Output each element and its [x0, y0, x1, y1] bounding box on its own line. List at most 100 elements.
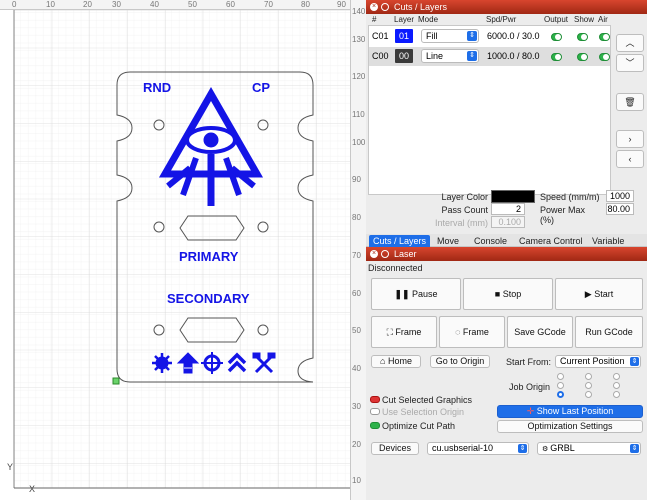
layer-color-chip[interactable]: 01 — [395, 29, 413, 43]
ruler-tick: 90 — [337, 0, 346, 9]
air-toggle[interactable] — [599, 33, 610, 41]
column-header: Spd/Pwr — [486, 15, 517, 24]
ruler-tick: 60 — [352, 289, 361, 298]
output-toggle[interactable] — [551, 33, 562, 41]
laser-title: Laser — [394, 249, 417, 259]
origin-radio-bottom-right[interactable] — [613, 391, 620, 398]
layer-mode-select[interactable]: Fill ⇕ — [421, 29, 479, 43]
frame-rect-button[interactable]: ⛶ Frame — [371, 316, 437, 348]
power-max-label: Power Max (%) — [540, 205, 586, 225]
crosshair-icon: ✛ — [526, 406, 537, 416]
use-selection-origin-checkbox[interactable] — [370, 408, 380, 415]
layers-list[interactable]: C01 01 Fill ⇕ 6000.0 / 30.0 C00 00 Line ⇕ … — [368, 25, 611, 195]
show-last-position-button[interactable]: ✛ Show Last Position — [497, 405, 643, 418]
layer-row[interactable]: C01 01 Fill ⇕ 6000.0 / 30.0 — [369, 27, 610, 46]
tab-variable-text[interactable]: Variable Text — [588, 235, 647, 258]
tab-camera-control[interactable]: Camera Control — [515, 235, 587, 247]
layers-table-header: # Layer Mode Spd/Pwr Output Show Air — [368, 15, 613, 25]
pause-label: Pause — [412, 289, 438, 299]
origin-radio-bottom-center[interactable] — [585, 391, 592, 398]
port-value: cu.usbserial-10 — [432, 443, 494, 453]
port-select[interactable]: cu.usbserial-10 ⇕ — [427, 442, 529, 455]
layer-color-chip[interactable]: 00 — [395, 49, 413, 63]
speed-input[interactable]: 1000 — [606, 190, 634, 202]
optimize-cut-path-checkbox[interactable] — [370, 422, 380, 429]
close-icon[interactable]: × — [370, 3, 378, 11]
tab-console[interactable]: Console — [470, 235, 511, 247]
origin-radio-center[interactable] — [585, 382, 592, 389]
layer-color-swatch[interactable] — [491, 190, 535, 203]
interval-label: Interval (mm) — [434, 218, 488, 228]
home-button[interactable]: ⌂ Home — [371, 355, 421, 368]
ruler-tick: 100 — [352, 138, 366, 147]
delete-layer-button[interactable]: 🗑 — [616, 93, 644, 111]
select-arrows-icon: ⇕ — [467, 51, 477, 61]
ruler-tick: 10 — [46, 0, 55, 9]
select-arrows-icon: ⇕ — [518, 444, 527, 453]
ruler-tick: 30 — [352, 402, 361, 411]
select-arrows-icon: ⇕ — [467, 31, 477, 41]
column-header: # — [372, 15, 377, 24]
ruler-tick: 20 — [83, 0, 92, 9]
layer-row[interactable]: C00 00 Line ⇕ 1000.0 / 80.0 — [369, 47, 610, 66]
optimize-cut-path-label: Optimize Cut Path — [382, 421, 456, 431]
cuts-layers-titlebar[interactable]: × Cuts / Layers — [366, 0, 647, 14]
move-layer-up-button[interactable]: ︿ — [616, 34, 644, 52]
start-from-label: Start From: — [506, 357, 552, 367]
origin-radio-middle-right[interactable] — [613, 382, 620, 389]
select-arrows-icon: ⇕ — [630, 357, 639, 366]
frame-rect-label: Frame — [395, 327, 422, 337]
ruler-tick: 60 — [226, 0, 235, 9]
optimization-settings-button[interactable]: Optimization Settings — [497, 420, 643, 433]
expand-button[interactable]: › — [616, 130, 644, 148]
selection-handle — [112, 377, 120, 385]
interval-input[interactable]: 0.100 — [491, 216, 525, 228]
controller-select[interactable]: ⚙ GRBL ⇕ — [537, 442, 641, 455]
show-toggle[interactable] — [577, 53, 588, 61]
power-max-input[interactable]: 80.00 — [606, 203, 634, 215]
cut-selected-checkbox[interactable] — [370, 396, 380, 403]
layer-speed-power[interactable]: 1000.0 / 80.0 — [487, 51, 540, 61]
devices-button[interactable]: Devices — [371, 442, 419, 455]
origin-radio-top-right[interactable] — [613, 373, 620, 380]
pause-button[interactable]: ❚❚ Pause — [371, 278, 461, 310]
column-header: Layer — [394, 15, 415, 24]
design-text-rnd: RND — [143, 80, 172, 95]
close-icon[interactable]: × — [370, 250, 378, 258]
origin-radio-middle-left[interactable] — [557, 382, 564, 389]
design-text-secondary: SECONDARY — [167, 291, 250, 306]
ruler-tick: 50 — [352, 326, 361, 335]
use-selection-origin-label: Use Selection Origin — [382, 407, 465, 417]
gear-icon — [152, 353, 172, 373]
ruler-tick: 80 — [352, 213, 361, 222]
air-toggle[interactable] — [599, 53, 610, 61]
panel-tabs: Cuts / Layers Move Console Camera Contro… — [366, 234, 647, 258]
tab-cuts-layers[interactable]: Cuts / Layers — [369, 235, 431, 247]
laser-titlebar[interactable]: × Laser — [366, 247, 647, 261]
origin-radio-top-left[interactable] — [557, 373, 564, 380]
column-header: Air — [598, 15, 608, 24]
axis-x-label: X — [29, 484, 36, 494]
start-from-select[interactable]: Current Position ⇕ — [555, 355, 641, 368]
go-to-origin-button[interactable]: Go to Origin — [430, 355, 490, 368]
tab-move[interactable]: Move — [433, 235, 463, 247]
move-layer-down-button[interactable]: ﹀ — [616, 54, 644, 72]
save-gcode-button[interactable]: Save GCode — [507, 316, 573, 348]
ruler-tick: 70 — [352, 251, 361, 260]
run-gcode-button[interactable]: Run GCode — [575, 316, 643, 348]
origin-radio-bottom-left[interactable] — [557, 391, 564, 398]
layer-speed-power[interactable]: 6000.0 / 30.0 — [487, 31, 540, 41]
stop-button[interactable]: ■ Stop — [463, 278, 553, 310]
origin-radio-top-center[interactable] — [585, 373, 592, 380]
pass-count-input[interactable]: 2 — [491, 203, 525, 215]
collapse-button[interactable]: ‹ — [616, 150, 644, 168]
ruler-tick: 50 — [188, 0, 197, 9]
show-toggle[interactable] — [577, 33, 588, 41]
layer-number: C00 — [372, 51, 389, 61]
design-text-primary: PRIMARY — [179, 249, 239, 264]
layer-mode-select[interactable]: Line ⇕ — [421, 49, 479, 63]
output-toggle[interactable] — [551, 53, 562, 61]
design-canvas[interactable]: RND CP PRIMARY SECONDARY 0 10 20 30 40 5… — [0, 0, 366, 500]
start-button[interactable]: ▶ Start — [555, 278, 643, 310]
frame-round-button[interactable]: ◌ Frame — [439, 316, 505, 348]
